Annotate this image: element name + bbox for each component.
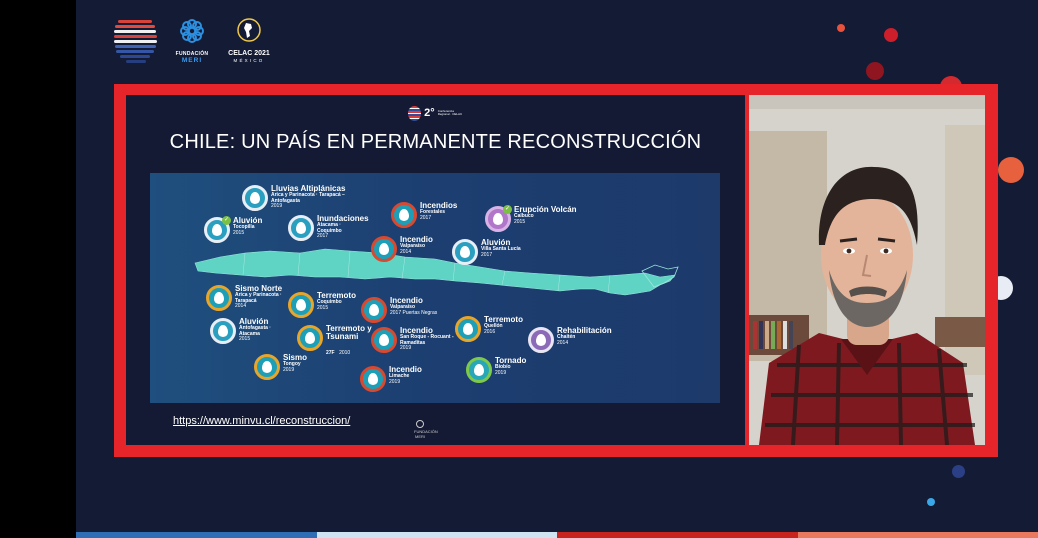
event-aluvion-villa-santa-lucia: Aluvión Villa Santa Lucía 2017 [452,238,521,265]
fire-icon [361,297,387,323]
event-year: 2016 [484,328,496,335]
earthquake-icon [206,285,232,311]
event-year: 2017 [317,232,329,239]
earthquake-icon [254,354,280,380]
flood-icon [288,215,314,241]
shared-slide: 2° Conferencia Regional · CELAC CHILE: U… [126,95,745,445]
landslide-icon: ✓ [204,216,231,243]
event-year: 2019 [283,366,295,373]
event-lluvias-altiplanicas: Lluvias Altiplánicas Arica y Parinacota ·… [242,184,351,211]
reconstruction-link[interactable]: https://www.minvu.cl/reconstruccion/ [173,415,350,427]
decorative-dot [927,498,935,506]
fire-icon [371,327,397,353]
earthquake-icon [455,316,481,342]
event-terremoto-coquimbo: Terremoto Coquimbo 2015 [288,291,356,318]
flower-icon [180,19,204,43]
event-year: 2010 [339,349,351,356]
event-year: 2015 [239,335,251,342]
decorative-dot [998,157,1024,183]
event-year: 2019 [495,369,507,376]
footer-logo: FUNDACIÓN MERI [414,420,438,439]
volcano-icon: ✓ [485,205,512,232]
globe-icon [408,105,422,121]
event-terremoto-quellon: Terremoto Quellón 2016 [455,315,523,342]
slide-title: CHILE: UN PAÍS EN PERMANENTE RECONSTRUCC… [169,131,702,153]
event-incendio-san-roque: Incendio San Roque - Rocuant - Ramaditas 2… [371,326,460,353]
event-place: Arica y Parinacota · Tarapacá – Antofaga… [271,192,345,204]
event-year: 2017 Puertas Negras [390,309,438,316]
event-erupcion-volcan: ✓ Erupción Volcán Calbuco 2015 [485,205,577,232]
event-aluvion-antofagasta: Aluvión Antofagasta · Atacama 2015 [210,317,275,344]
landslide-icon [210,318,236,344]
event-year: 2017 [420,214,432,221]
logo-text: MERI [181,57,203,64]
logo-text: CELAC 2021 [228,50,270,57]
color-bar [76,532,1038,538]
event-year: 2014 [235,302,247,309]
footer-logo-text: FUNDACIÓN MERI [414,429,438,439]
event-aluvion-tocopilla: ✓ Aluvión Tocopilla 2015 [204,216,262,243]
decorative-dot [884,28,898,42]
event-year: 2019 [389,378,401,385]
conference-badge: 2° Conferencia Regional · CELAC [408,104,464,122]
event-sismo-tongoy: Sismo Tongoy 2019 [254,353,307,380]
event-inundaciones: Inundaciones Atacama · Coquimbo 2017 [288,214,369,241]
speaker-image [749,95,985,445]
event-incendios-forestales: Incendios Forestales 2017 [391,201,457,228]
tornado-icon [466,357,492,383]
check-icon: ✓ [222,216,231,225]
event-incendio-limache: Incendio Limache 2019 [360,365,422,392]
tsunami-icon [297,325,323,351]
event-year: 2019 [271,202,283,209]
globe-logo-icon [114,20,157,63]
badge-number: 2° [424,107,435,119]
event-place: 27F [326,349,335,356]
badge-text: Conferencia Regional · CELAC [437,108,463,116]
globe-icon [237,18,261,42]
landslide-icon [452,239,478,265]
left-black-strip [0,0,76,538]
speaker-video [749,95,985,445]
event-name: Terremoto y Tsunami [326,324,372,342]
fire-icon [391,202,417,228]
event-year: 2014 [557,339,569,346]
volcano-icon [528,327,554,353]
event-year: 2019 [400,344,412,351]
fire-icon [360,366,386,392]
check-icon: ✓ [503,205,512,214]
event-incendio-valparaiso-2014: Incendio Valparaíso 2014 [371,235,433,262]
fire-icon [371,236,397,262]
event-year: 2014 [400,248,412,255]
flower-icon [416,420,424,428]
rain-icon [242,185,268,211]
event-year: 2015 [233,229,245,236]
celac-logo: CELAC 2021 MÉXICO [224,18,274,63]
decorative-dot [952,465,965,478]
event-year: 2017 [481,251,493,258]
event-year: 2015 [317,304,329,311]
event-rehabilitacion-chaiten: Rehabilitación Chaitén 2014 [528,326,612,353]
decorative-dot [866,62,884,80]
fundacion-meri-logo: FUNDACIÓN MERI [172,18,212,64]
event-year: 2015 [514,218,526,225]
logo-text: MÉXICO [233,58,265,63]
disaster-map: Lluvias Altiplánicas Arica y Parinacota ·… [150,173,720,403]
event-incendio-valparaiso-2017: Incendio Valparaíso 2017 Puertas Negras [361,296,438,323]
event-tornado-biobio: Tornado Biobío 2019 [466,356,526,383]
event-terremoto-tsunami: Terremoto y Tsunami 27F 2010 [297,324,374,359]
event-sismo-norte: Sismo Norte Arica y Parinacota · Tarapacá… [206,284,287,311]
decorative-dot [837,24,845,32]
earthquake-icon [288,292,314,318]
